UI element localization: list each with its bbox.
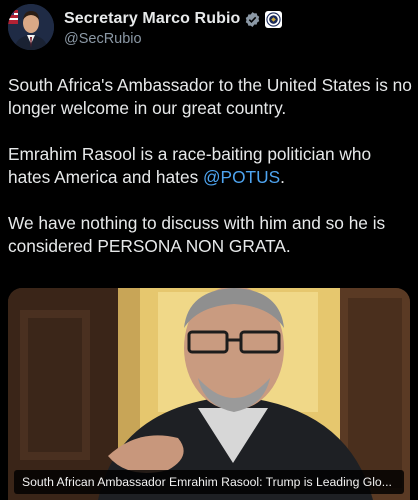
tweet-paragraph: We have nothing to discuss with him and … [8, 213, 386, 256]
verified-badge-icon [246, 11, 260, 27]
mention-link[interactable]: @POTUS [203, 167, 280, 187]
tweet-header: Secretary Marco Rubio @SecRubio [8, 4, 408, 54]
tweet-text-segment: Emrahim Rasool is a race-baiting politic… [8, 144, 372, 187]
tweet-text: South Africa's Ambassador to the United … [8, 74, 412, 281]
government-seal-icon [265, 10, 283, 28]
video-media[interactable]: South African Ambassador Emrahim Rasool:… [8, 288, 410, 500]
tweet-paragraph: Emrahim Rasool is a race-baiting politic… [8, 143, 412, 189]
video-caption: South African Ambassador Emrahim Rasool:… [14, 470, 404, 494]
author-handle[interactable]: @SecRubio [64, 31, 142, 47]
tweet-paragraph: South Africa's Ambassador to the United … [8, 75, 412, 118]
author-display-name[interactable]: Secretary Marco Rubio [64, 10, 240, 28]
author-name-row: Secretary Marco Rubio [64, 10, 283, 28]
avatar-image [8, 4, 54, 50]
avatar[interactable] [8, 4, 54, 50]
video-thumbnail [8, 288, 410, 500]
tweet-text-segment: . [280, 167, 285, 187]
